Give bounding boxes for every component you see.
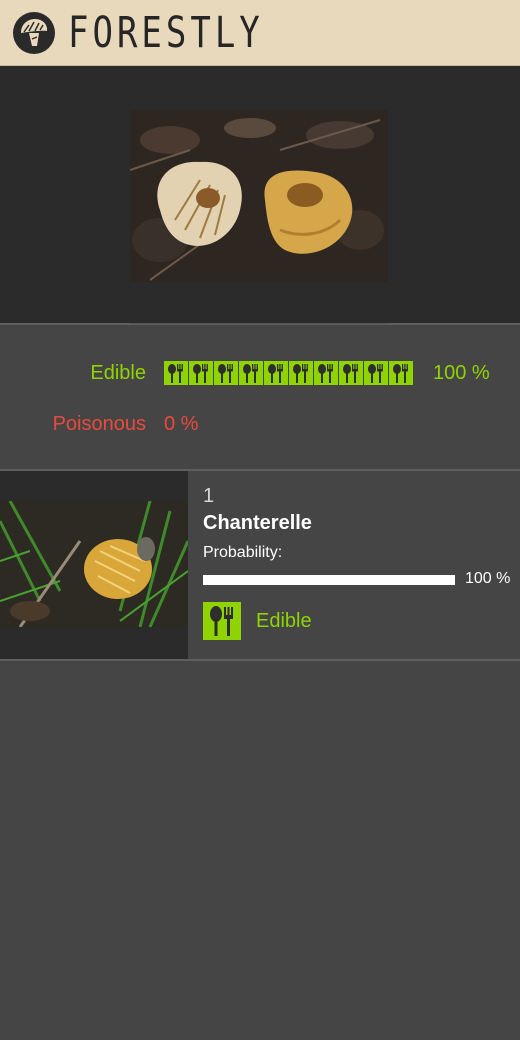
probability-bar xyxy=(203,575,455,585)
result-thumbnail-frame xyxy=(0,471,188,659)
uploaded-mushroom-photo[interactable] xyxy=(130,110,388,282)
edibility-summary: Edible 100 % Poisonous 0 % xyxy=(0,325,520,471)
fork-spoon-icon xyxy=(164,361,188,385)
fork-spoon-icon xyxy=(264,361,288,385)
fork-spoon-icon xyxy=(339,361,363,385)
mushroom-logo-icon xyxy=(13,11,55,54)
brand-title: FORESTLY xyxy=(68,7,264,58)
probability-bar-fill xyxy=(203,575,455,585)
app-header: FORESTLY xyxy=(0,0,520,66)
edible-label: Edible xyxy=(90,362,146,384)
result-card[interactable]: 1 Chanterelle Probability: 100 % Edible xyxy=(0,471,520,661)
probability-percent: 100 % xyxy=(465,570,511,587)
photo-divider xyxy=(130,323,388,324)
fork-spoon-icon xyxy=(189,361,213,385)
fork-spoon-icon xyxy=(239,361,263,385)
uploaded-photo-panel xyxy=(0,66,520,325)
fork-spoon-icon xyxy=(314,361,338,385)
species-name[interactable]: Chanterelle xyxy=(203,512,312,535)
poisonous-label: Poisonous xyxy=(52,413,146,435)
fork-spoon-icon xyxy=(289,361,313,385)
edible-percent: 100 % xyxy=(433,362,490,384)
probability-label: Probability: xyxy=(203,544,283,561)
result-rank: 1 xyxy=(203,485,215,507)
edibility-label: Edible xyxy=(256,610,312,632)
poisonous-percent: 0 % xyxy=(164,413,199,435)
fork-spoon-icon xyxy=(364,361,388,385)
edible-fork-spoon-icon xyxy=(203,602,241,640)
edible-icon-bar xyxy=(164,361,413,385)
result-thumbnail[interactable] xyxy=(0,501,188,627)
fork-spoon-icon xyxy=(214,361,238,385)
fork-spoon-icon xyxy=(389,361,413,385)
